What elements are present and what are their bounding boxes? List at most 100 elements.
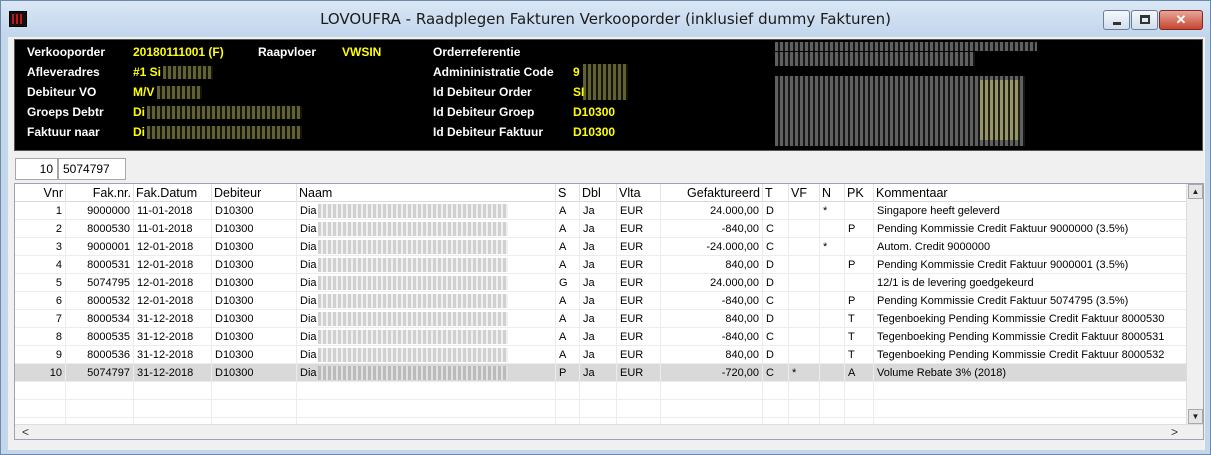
cell-debiteur: D10300 bbox=[212, 364, 297, 382]
close-button[interactable]: ✕ bbox=[1159, 10, 1203, 30]
scroll-left-button[interactable]: < bbox=[17, 425, 34, 439]
cell-bedrag: -24.000,00 bbox=[661, 238, 763, 256]
verkooporder-value: 20180111001 (F) bbox=[133, 45, 224, 59]
cell-dbl: Ja bbox=[580, 202, 617, 220]
cell-datum: 12-01-2018 bbox=[134, 274, 212, 292]
app-window: LOVOUFRA - Raadplegen Fakturen Verkoopor… bbox=[0, 0, 1211, 455]
cell-t: D bbox=[763, 256, 789, 274]
cell-pk bbox=[845, 238, 874, 256]
cell-s: A bbox=[556, 310, 580, 328]
column-divider bbox=[616, 202, 617, 425]
column-header-faknr[interactable]: Fak.nr. bbox=[66, 184, 134, 202]
vertical-scrollbar[interactable]: ▲ ▼ bbox=[1186, 184, 1203, 424]
record-count-field: 10 bbox=[15, 158, 58, 180]
table-row[interactable]: 3 9000001 12-01-2018 D10300 Dia A Ja EUR -24.000… bbox=[15, 238, 1187, 256]
minimize-button[interactable] bbox=[1103, 10, 1130, 30]
column-header-vf[interactable]: VF bbox=[789, 184, 820, 202]
redacted-block-yellow bbox=[980, 80, 1020, 140]
table-row[interactable]: 6 8000532 12-01-2018 D10300 Dia A Ja EUR -840,00… bbox=[15, 292, 1187, 310]
column-header-n[interactable]: N bbox=[820, 184, 845, 202]
title-bar[interactable]: LOVOUFRA - Raadplegen Fakturen Verkoopor… bbox=[1, 1, 1210, 37]
afleveradres-label: Afleveradres bbox=[27, 65, 100, 79]
cell-vnr: 4 bbox=[15, 256, 66, 274]
cell-datum: 12-01-2018 bbox=[134, 256, 212, 274]
column-divider bbox=[65, 202, 66, 425]
redacted-administratie bbox=[583, 64, 628, 100]
cell-bedrag: 840,00 bbox=[661, 256, 763, 274]
column-header-debiteur[interactable]: Debiteur bbox=[212, 184, 297, 202]
minimize-icon bbox=[1113, 22, 1121, 25]
cell-datum: 31-12-2018 bbox=[134, 364, 212, 382]
cell-komm: Pending Kommissie Credit Faktuur 5074795… bbox=[874, 292, 1187, 310]
cell-s: A bbox=[556, 202, 580, 220]
column-header-s[interactable]: S bbox=[556, 184, 580, 202]
cell-komm: Tegenboeking Pending Kommissie Credit Fa… bbox=[874, 328, 1187, 346]
cell-debiteur: D10300 bbox=[212, 256, 297, 274]
redacted-block-top bbox=[775, 42, 1037, 51]
redacted-name bbox=[318, 240, 508, 254]
cell-bedrag: 24.000,00 bbox=[661, 274, 763, 292]
cell-debiteur: D10300 bbox=[212, 310, 297, 328]
cell-vnr: 9 bbox=[15, 346, 66, 364]
column-header-t[interactable]: T bbox=[763, 184, 789, 202]
cell-bedrag: 840,00 bbox=[661, 310, 763, 328]
cell-naam: Dia bbox=[297, 220, 556, 238]
cell-n bbox=[820, 292, 845, 310]
scroll-down-button[interactable]: ▼ bbox=[1188, 409, 1203, 424]
orderreferentie-label: Orderreferentie bbox=[433, 45, 521, 59]
invoice-grid[interactable]: Vnr Fak.nr. Fak.Datum Debiteur Naam S Dbl Vlta G… bbox=[14, 183, 1204, 440]
client-area: Verkooporder 20180111001 (F) Raapvloer V… bbox=[8, 37, 1205, 450]
id-debiteur-faktuur-value: D10300 bbox=[573, 125, 616, 139]
cell-n bbox=[820, 346, 845, 364]
redacted-name bbox=[318, 294, 508, 308]
table-row[interactable]: 10 5074797 31-12-2018 D10300 Dia P Ja EUR -720,0… bbox=[15, 364, 1187, 382]
column-header-bedrag[interactable]: Gefaktureerd bbox=[661, 184, 763, 202]
redacted-groeps-debtr bbox=[147, 106, 302, 119]
cell-vlta: EUR bbox=[617, 202, 661, 220]
cell-naam: Dia bbox=[297, 310, 556, 328]
id-debiteur-groep-label: Id Debiteur Groep bbox=[433, 105, 535, 119]
table-row[interactable]: 8 8000535 31-12-2018 D10300 Dia A Ja EUR -840,00… bbox=[15, 328, 1187, 346]
scroll-up-button[interactable]: ▲ bbox=[1188, 184, 1203, 199]
table-row[interactable]: 2 8000530 11-01-2018 D10300 Dia A Ja EUR -840,00… bbox=[15, 220, 1187, 238]
column-header-naam[interactable]: Naam bbox=[297, 184, 556, 202]
cell-naam: Dia bbox=[297, 274, 556, 292]
table-row[interactable]: 1 9000000 11-01-2018 D10300 Dia A Ja EUR 24.000,… bbox=[15, 202, 1187, 220]
redacted-name bbox=[318, 222, 508, 236]
cell-vnr: 1 bbox=[15, 202, 66, 220]
cell-debiteur: D10300 bbox=[212, 328, 297, 346]
grid-header: Vnr Fak.nr. Fak.Datum Debiteur Naam S Dbl Vlta G… bbox=[15, 184, 1187, 202]
raapvloer-label: Raapvloer bbox=[258, 45, 317, 59]
table-row[interactable]: 5 5074795 12-01-2018 D10300 Dia G Ja EUR 24.000,… bbox=[15, 274, 1187, 292]
cell-pk bbox=[845, 274, 874, 292]
faktuur-naar-value: Di bbox=[133, 125, 145, 139]
cell-s: A bbox=[556, 220, 580, 238]
column-header-pk[interactable]: PK bbox=[845, 184, 874, 202]
redacted-name bbox=[318, 366, 508, 380]
column-header-komm[interactable]: Kommentaar bbox=[874, 184, 1187, 202]
column-header-dbl[interactable]: Dbl bbox=[580, 184, 617, 202]
cell-faknr: 8000536 bbox=[66, 346, 134, 364]
cell-vnr: 7 bbox=[15, 310, 66, 328]
debiteur-vo-label: Debiteur VO bbox=[27, 85, 97, 99]
cell-faknr: 8000535 bbox=[66, 328, 134, 346]
table-row[interactable]: 9 8000536 31-12-2018 D10300 Dia A Ja EUR 840,00 D… bbox=[15, 346, 1187, 364]
cell-bedrag: -840,00 bbox=[661, 220, 763, 238]
column-header-vlta[interactable]: Vlta bbox=[617, 184, 661, 202]
table-row[interactable]: 7 8000534 31-12-2018 D10300 Dia A Ja EUR 840,00 D… bbox=[15, 310, 1187, 328]
cell-n: * bbox=[820, 202, 845, 220]
maximize-button[interactable] bbox=[1131, 10, 1158, 30]
column-header-datum[interactable]: Fak.Datum bbox=[134, 184, 212, 202]
scroll-right-button[interactable]: > bbox=[1166, 425, 1183, 439]
cell-vnr: 2 bbox=[15, 220, 66, 238]
column-header-vnr[interactable]: Vnr bbox=[15, 184, 66, 202]
cell-vnr: 5 bbox=[15, 274, 66, 292]
horizontal-scrollbar[interactable]: < > bbox=[15, 424, 1203, 439]
cell-pk: P bbox=[845, 256, 874, 274]
cell-t: D bbox=[763, 202, 789, 220]
column-divider bbox=[788, 202, 789, 425]
cell-komm: Singapore heeft geleverd bbox=[874, 202, 1187, 220]
cell-dbl: Ja bbox=[580, 292, 617, 310]
cell-s: G bbox=[556, 274, 580, 292]
table-row[interactable]: 4 8000531 12-01-2018 D10300 Dia A Ja EUR 840,00 D… bbox=[15, 256, 1187, 274]
